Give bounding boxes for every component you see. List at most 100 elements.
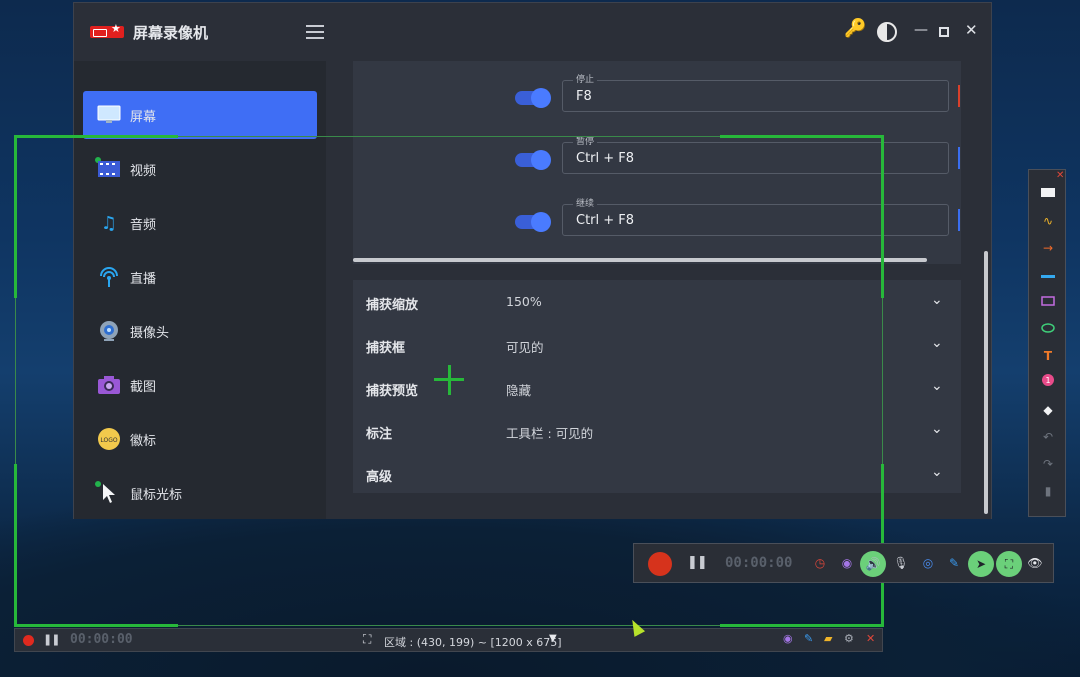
chevron-down-icon[interactable]: ⌄ — [931, 464, 943, 480]
horizontal-scrollbar[interactable] — [353, 258, 927, 262]
arrow-tool-icon[interactable]: → — [1038, 238, 1058, 258]
setting-capture-frame[interactable]: 捕获框 可见的 ⌄ — [353, 323, 961, 366]
move-crosshair-icon[interactable] — [448, 365, 451, 395]
frame-right-top[interactable] — [881, 135, 884, 298]
undo-icon[interactable]: ↶ — [1038, 427, 1058, 447]
resume-hotkey-toggle[interactable] — [515, 212, 551, 232]
broadcast-icon — [97, 266, 121, 288]
key-icon[interactable]: 🔑 — [844, 20, 866, 38]
mouse-cursor-icon[interactable]: ➤ — [968, 551, 994, 577]
frame-bottom-left[interactable] — [14, 624, 178, 627]
close-icon[interactable]: ✕ — [866, 633, 875, 644]
hotkey-row-stop: 停止 F8 — [353, 72, 961, 116]
frame-left-top[interactable] — [14, 135, 17, 298]
pause-hotkey-field[interactable]: 暂停 Ctrl + F8 — [562, 134, 949, 174]
sidebar-item-screen[interactable]: 屏幕 — [83, 91, 317, 139]
sidebar-item-mouse-cursor[interactable]: 鼠标光标 — [83, 469, 317, 517]
frame-bottom-right[interactable] — [720, 624, 884, 627]
freehand-pen-icon[interactable]: ∿ — [1038, 211, 1058, 231]
camera-icon[interactable]: ◉ — [783, 633, 793, 644]
setting-value: 可见的 — [506, 340, 544, 355]
frame-left-bottom[interactable] — [14, 464, 17, 627]
number-marker-icon[interactable]: 1 — [1038, 373, 1058, 393]
hotkey-panel: 停止 F8 暂停 Ctrl + F8 继续 Ctrl + F8 — [353, 61, 961, 264]
close-button[interactable]: ✕ — [965, 23, 978, 38]
field-value: Ctrl + F8 — [576, 151, 635, 166]
close-icon[interactable]: ✕ — [1056, 170, 1064, 181]
mouse-cursor-icon — [97, 482, 121, 504]
trash-icon[interactable]: ▮ — [1038, 481, 1058, 501]
record-button[interactable] — [23, 635, 34, 646]
speaker-icon[interactable]: 🔊 — [860, 551, 886, 577]
minimize-button[interactable]: — — [914, 23, 928, 37]
whiteboard-icon[interactable] — [1038, 184, 1058, 204]
rectangle-tool-icon[interactable] — [1038, 292, 1058, 312]
text-tool-icon[interactable]: T — [1038, 346, 1058, 366]
setting-advanced[interactable]: 高级 ⌄ — [353, 452, 961, 495]
chevron-down-icon[interactable]: ▼ — [549, 633, 557, 644]
sidebar-item-label: 摄像头 — [130, 325, 170, 341]
chevron-down-icon[interactable]: ⌄ — [931, 421, 943, 437]
sidebar-item-label: 屏幕 — [130, 109, 157, 125]
theme-toggle-icon[interactable] — [877, 22, 897, 42]
edge-indicator — [958, 209, 960, 231]
sidebar: 屏幕 视频 ♫ 音频 直播 摄像头 截图 LOGO 徽标 鼠标光标 — [74, 61, 326, 519]
chevron-down-icon[interactable]: ⌄ — [931, 335, 943, 351]
ellipse-tool-icon[interactable] — [1038, 319, 1058, 339]
webcam-icon — [97, 320, 121, 342]
field-value: Ctrl + F8 — [576, 213, 635, 228]
pen-icon[interactable]: ✎ — [804, 633, 813, 644]
fullscreen-icon[interactable]: ⛶ — [363, 632, 371, 647]
sidebar-item-webcam[interactable]: 摄像头 — [83, 307, 317, 355]
webcam-icon[interactable]: ◎ — [919, 554, 937, 572]
redo-icon[interactable]: ↷ — [1038, 454, 1058, 474]
sidebar-item-logo[interactable]: LOGO 徽标 — [83, 415, 317, 463]
setting-label: 捕获预览 — [366, 384, 419, 399]
pen-icon[interactable]: ✎ — [945, 554, 963, 572]
hotkey-row-pause: 暂停 Ctrl + F8 — [353, 134, 961, 178]
pause-icon[interactable]: ❚❚ — [43, 633, 60, 646]
app-window: 屏幕录像机 🔑 — ✕ 屏幕 视频 ♫ 音频 直 — [73, 2, 992, 519]
record-button[interactable] — [648, 552, 672, 576]
camera-icon[interactable]: ◉ — [838, 554, 856, 572]
frame-right-line — [882, 298, 883, 464]
region-readout: 区域 : (430, 199) ~ [1200 x 675] — [384, 636, 562, 649]
folder-icon[interactable]: ▰ — [824, 633, 832, 644]
vertical-scrollbar[interactable] — [984, 251, 988, 514]
stop-hotkey-toggle[interactable] — [515, 88, 551, 108]
sidebar-item-audio[interactable]: ♫ 音频 — [83, 199, 317, 247]
settings-content: 停止 F8 暂停 Ctrl + F8 继续 Ctrl + F8 捕获缩放 150… — [326, 61, 991, 519]
microphone-icon[interactable]: 🎙 — [892, 554, 910, 572]
eraser-icon[interactable]: ◆ — [1038, 400, 1058, 420]
resume-hotkey-field[interactable]: 继续 Ctrl + F8 — [562, 196, 949, 236]
capture-toolbar: ❚❚ 00:00:00 ⛶ 区域 : (430, 199) ~ [1200 x … — [14, 628, 883, 652]
setting-capture-scale[interactable]: 捕获缩放 150% ⌄ — [353, 280, 961, 323]
maximize-button[interactable] — [939, 27, 949, 37]
pause-hotkey-toggle[interactable] — [515, 150, 551, 170]
timer-icon[interactable]: ◷ — [811, 554, 829, 572]
chevron-down-icon[interactable]: ⌄ — [931, 378, 943, 394]
sidebar-item-live[interactable]: 直播 — [83, 253, 317, 301]
frame-top-right[interactable] — [720, 135, 884, 138]
sidebar-item-video[interactable]: 视频 — [83, 145, 317, 193]
setting-value: 工具栏 : 可见的 — [506, 426, 594, 441]
eye-icon[interactable]: 👁 — [1026, 554, 1044, 572]
sidebar-item-label: 截图 — [130, 379, 157, 395]
field-value: F8 — [576, 89, 592, 104]
fullscreen-icon[interactable]: ⛶ — [996, 551, 1022, 577]
frame-left-line — [15, 298, 16, 464]
recorder-timer: 00:00:00 — [725, 555, 793, 571]
setting-annotation[interactable]: 标注 工具栏 : 可见的 ⌄ — [353, 409, 961, 452]
line-tool-icon[interactable] — [1038, 265, 1058, 285]
setting-capture-preview[interactable]: 捕获预览 隐藏 ⌄ — [353, 366, 961, 409]
setting-label: 高级 — [366, 470, 393, 485]
pause-icon[interactable]: ❚❚ — [687, 555, 708, 570]
chevron-down-icon[interactable]: ⌄ — [931, 292, 943, 308]
recorder-toolbar: ❚❚ 00:00:00 ◷ ◉ 🔊 🎙 ◎ ✎ ➤ ⛶ 👁 — [633, 543, 1054, 583]
frame-top-left[interactable] — [14, 135, 178, 138]
sidebar-item-screenshot[interactable]: 截图 — [83, 361, 317, 409]
logo-badge-icon: LOGO — [97, 428, 121, 450]
gear-icon[interactable]: ⚙ — [844, 633, 854, 644]
stop-hotkey-field[interactable]: 停止 F8 — [562, 72, 949, 112]
menu-icon[interactable] — [306, 25, 324, 39]
